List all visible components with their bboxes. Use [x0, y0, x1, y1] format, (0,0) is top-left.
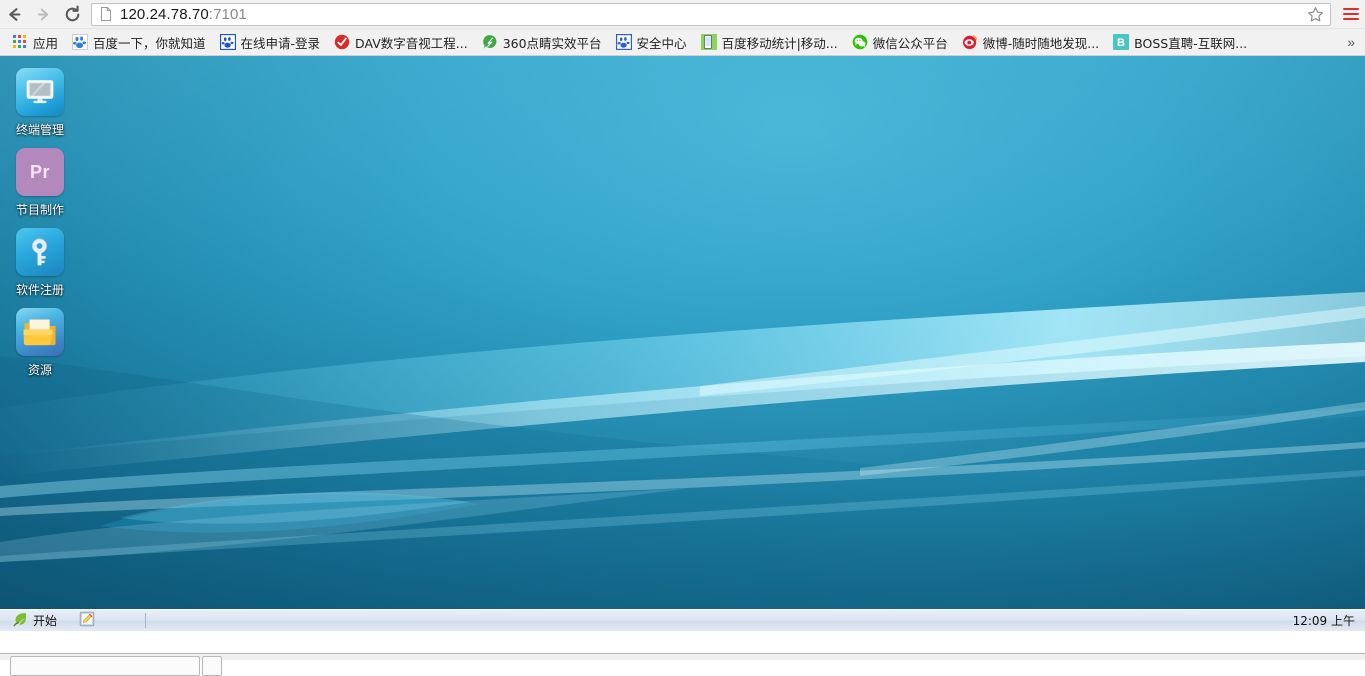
bookmark-label: 百度一下，你就知道 — [93, 33, 206, 52]
bookmark-item-dav[interactable]: DAV数字音视工程... — [328, 32, 474, 53]
mobile-phone-icon — [701, 34, 717, 50]
desktop-icon-program-production[interactable]: Pr 节目制作 — [0, 144, 80, 224]
download-item[interactable] — [10, 656, 200, 676]
baidu-security-icon — [616, 34, 632, 50]
baidu-paw-box-icon — [220, 34, 236, 50]
weibo-eye-icon — [962, 34, 978, 50]
reload-icon — [63, 5, 82, 24]
url-host: 120.24.78.70 — [120, 6, 209, 23]
bookmarks-overflow-button[interactable]: » — [1343, 34, 1359, 50]
bookmark-item-360[interactable]: 360点睛实效平台 — [476, 32, 608, 53]
monitor-icon — [16, 68, 64, 116]
baidu-paw-icon — [72, 34, 88, 50]
downloads-shelf — [0, 653, 1365, 660]
bookmarks-bar: 应用 百度一下，你就知道 在线申请-登录 — [0, 29, 1365, 56]
arrow-right-icon — [34, 5, 53, 24]
desktop-icon-label: 节目制作 — [16, 201, 64, 218]
desktop-icon-label: 终端管理 — [16, 121, 64, 138]
folder-icon — [16, 308, 64, 356]
forward-button[interactable] — [29, 0, 58, 29]
hamburger-menu-icon — [1343, 8, 1359, 20]
bookmark-item-wechat[interactable]: 微信公众平台 — [846, 32, 954, 53]
bookmark-item-security-center[interactable]: 安全中心 — [610, 32, 693, 53]
page-document-icon — [98, 6, 114, 22]
360-green-icon — [482, 34, 498, 50]
desktop-icon-terminal-management[interactable]: 终端管理 — [0, 64, 80, 144]
desktop-icon-list: 终端管理 Pr 节目制作 软件注册 — [0, 64, 80, 384]
pr-glyph: Pr — [30, 162, 50, 183]
bookmark-label: 在线申请-登录 — [241, 33, 321, 52]
remote-taskbar: 开始 12:09 上午 — [0, 609, 1365, 631]
bookmark-item-baidu-mobile-stats[interactable]: 百度移动统计|移动... — [695, 32, 844, 53]
desktop-icon-software-registration[interactable]: 软件注册 — [0, 224, 80, 304]
bookmark-label: 安全中心 — [637, 33, 687, 52]
bookmark-item-baidu[interactable]: 百度一下，你就知道 — [66, 32, 212, 53]
notepad-pencil-icon — [79, 611, 95, 630]
bookmark-item-online-apply[interactable]: 在线申请-登录 — [214, 32, 327, 53]
taskbar-clock[interactable]: 12:09 上午 — [1293, 612, 1355, 629]
bookmark-apps[interactable]: 应用 — [6, 32, 64, 53]
bookmark-label: 360点睛实效平台 — [503, 33, 602, 52]
chrome-menu-button[interactable] — [1337, 0, 1365, 29]
dav-check-icon — [334, 34, 350, 50]
bookmark-label: 微博-随时随地发现... — [983, 33, 1099, 52]
bookmark-apps-label: 应用 — [33, 33, 58, 52]
url-port: :7101 — [209, 6, 247, 23]
browser-toolbar: 120.24.78.70:7101 — [0, 0, 1365, 29]
desktop-icon-label: 软件注册 — [16, 281, 64, 298]
desktop-icon-resources[interactable]: 资源 — [0, 304, 80, 384]
key-icon — [16, 228, 64, 276]
apps-grid-icon — [12, 34, 28, 50]
remote-desktop-viewport[interactable]: 终端管理 Pr 节目制作 软件注册 — [0, 56, 1365, 631]
green-leaf-start-icon — [12, 611, 28, 630]
desktop-icon-label: 资源 — [28, 361, 52, 378]
premiere-pr-icon: Pr — [16, 148, 64, 196]
address-bar[interactable]: 120.24.78.70:7101 — [91, 3, 1331, 26]
svg-text:B: B — [1117, 37, 1125, 49]
start-button-label: 开始 — [33, 612, 57, 629]
boss-zhipin-icon: B — [1113, 34, 1129, 50]
bookmark-item-boss-zhipin[interactable]: B BOSS直聘-互联网... — [1107, 32, 1253, 53]
quick-launch-notepad[interactable] — [79, 611, 95, 631]
back-button[interactable] — [0, 0, 29, 29]
bookmark-label: BOSS直聘-互联网... — [1134, 33, 1247, 52]
download-item-menu-button[interactable] — [202, 656, 222, 676]
bookmark-item-weibo[interactable]: 微博-随时随地发现... — [956, 32, 1105, 53]
wallpaper-waves — [0, 56, 1365, 631]
reload-button[interactable] — [58, 0, 87, 29]
wechat-icon — [852, 34, 868, 50]
arrow-left-icon — [5, 5, 24, 24]
taskbar-separator — [145, 613, 146, 628]
bookmark-label: 微信公众平台 — [873, 33, 948, 52]
bookmark-label: 百度移动统计|移动... — [722, 33, 838, 52]
star-bookmark-icon[interactable] — [1304, 3, 1326, 25]
bookmark-label: DAV数字音视工程... — [355, 33, 468, 52]
start-button[interactable]: 开始 — [6, 611, 65, 631]
